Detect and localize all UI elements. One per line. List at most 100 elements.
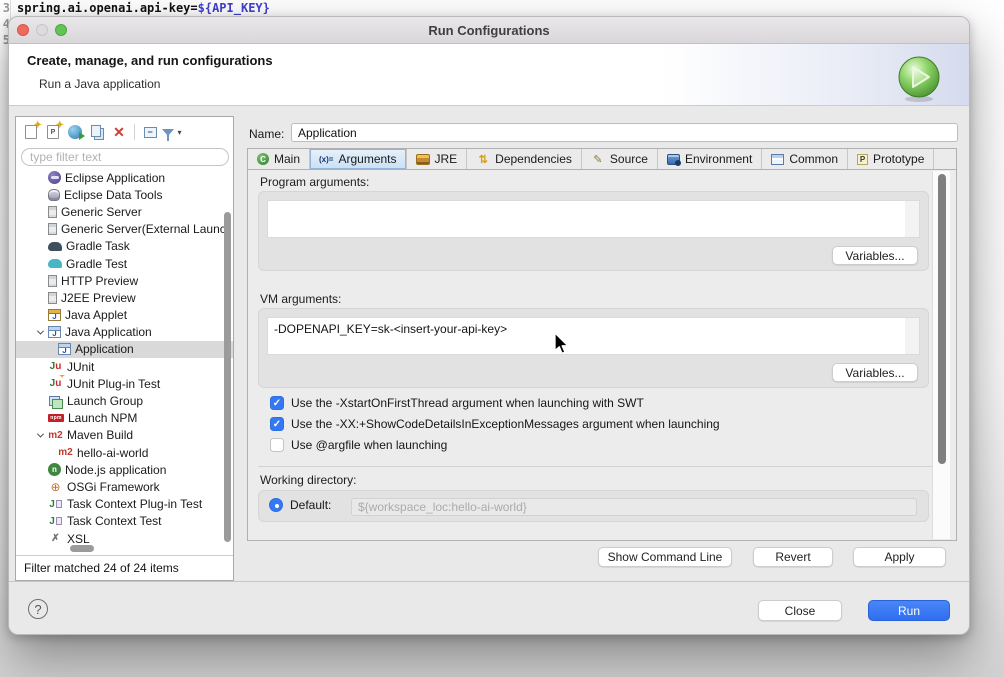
tab-source[interactable]: ✎Source (582, 149, 658, 169)
delete-launch-configuration-button[interactable]: ✕ (108, 122, 130, 142)
checkbox-row-2: Use @argfile when launching (270, 438, 447, 452)
program-arguments-label: Program arguments: (260, 175, 369, 189)
dialog-title: Run Configurations (9, 23, 969, 38)
tree-item-label: Gradle Test (66, 257, 127, 271)
run-button[interactable]: Run (868, 600, 950, 621)
tree-item-launch-npm[interactable]: npmLaunch NPM (16, 410, 233, 427)
server-icon (48, 223, 57, 235)
tree-item-task-context-plug-in-test[interactable]: JTask Context Plug-in Test (16, 496, 233, 513)
tree-item-java-applet[interactable]: JJava Applet (16, 307, 233, 324)
filter-status-text: Filter matched 24 of 24 items (24, 561, 179, 575)
tab-label: Common (789, 152, 838, 166)
footer-divider (9, 581, 969, 582)
default-label: Default: (290, 498, 331, 512)
tree-item-hello-ai-world[interactable]: m2hello-ai-world (16, 444, 233, 461)
tree-item-label: Node.js application (65, 463, 166, 477)
filter-launch-configurations-button[interactable]: ▾ (161, 122, 183, 142)
program-variables-button[interactable]: Variables... (832, 246, 918, 265)
filter-input[interactable] (21, 148, 229, 166)
launch-config-tree-panel: P ✕−▾ Eclipse ApplicationEclipse Data Too… (15, 116, 234, 581)
tree-item-label: Application (75, 342, 134, 356)
tree-item-task-context-test[interactable]: JTask Context Test (16, 513, 233, 530)
java-application-icon: J (48, 326, 61, 338)
use-the-xx-showcodedetailsinexceptionmes-checkbox[interactable]: ✓ (270, 417, 284, 431)
tab-dependencies[interactable]: ⇅Dependencies (467, 149, 582, 169)
node-icon: n (48, 463, 61, 476)
working-directory-field[interactable]: ${workspace_loc:hello-ai-world} (351, 498, 917, 516)
tab-main[interactable]: CMain (248, 149, 310, 169)
tree-item-gradle-task[interactable]: Gradle Task (16, 238, 233, 255)
tree-item-label: JUnit Plug-in Test (67, 377, 160, 391)
tree-item-maven-build[interactable]: m2Maven Build (16, 427, 233, 444)
chevron-down-icon[interactable] (32, 330, 48, 335)
chevron-down-icon[interactable] (32, 433, 48, 438)
duplicate-launch-configuration-button[interactable] (86, 122, 108, 142)
java-application-icon: J (58, 343, 71, 355)
tree-item-label: HTTP Preview (61, 274, 138, 288)
tree-item-generic-server[interactable]: Generic Server (16, 203, 233, 220)
tree-item-j2ee-preview[interactable]: J2EE Preview (16, 289, 233, 306)
default-working-dir-radio[interactable] (269, 498, 283, 512)
checkbox-label: Use the -XstartOnFirstThread argument wh… (291, 396, 644, 410)
apply-button[interactable]: Apply (853, 547, 946, 567)
collapse-all-button[interactable]: − (139, 122, 161, 142)
tree-horizontal-scrollbar[interactable] (70, 545, 94, 552)
working-directory-group: Default: ${workspace_loc:hello-ai-world} (258, 490, 929, 522)
tree-item-label: J2EE Preview (61, 291, 136, 305)
use-argfile-when-launching-checkbox[interactable] (270, 438, 284, 452)
property-value: ${API_KEY} (198, 1, 270, 15)
tree-item-junit-plug-in-test[interactable]: JuJUnit Plug-in Test (16, 375, 233, 392)
revert-button[interactable]: Revert (753, 547, 833, 567)
tree-item-xsl[interactable]: ✗XSL (16, 530, 233, 547)
new-launch-configuration-button[interactable] (20, 122, 42, 142)
arguments-tab-icon: (x)= (319, 153, 333, 165)
tree-item-eclipse-data-tools[interactable]: Eclipse Data Tools (16, 186, 233, 203)
editor-code-line: spring.ai.openai.api-key=${API_KEY} (17, 0, 270, 16)
use-the-xstartonfirstthread-argument-whe-checkbox[interactable]: ✓ (270, 396, 284, 410)
new-launch-prototype-button[interactable]: P (42, 122, 64, 142)
program-arguments-group: Variables... (258, 191, 929, 271)
tab-arguments[interactable]: (x)=Arguments (310, 149, 406, 169)
tab-prototype[interactable]: PPrototype (848, 149, 934, 169)
junit-icon: Ju (48, 360, 63, 373)
export-launch-configurations-button[interactable] (64, 122, 86, 142)
name-label: Name: (249, 127, 284, 141)
tab-jre[interactable]: JRE (407, 149, 468, 169)
environment-tab-icon (667, 154, 680, 165)
tree-item-eclipse-application[interactable]: Eclipse Application (16, 169, 233, 186)
tree-item-junit[interactable]: JuJUnit (16, 358, 233, 375)
maven-icon: m2 (58, 446, 73, 459)
tree-item-osgi-framework[interactable]: ⊕OSGi Framework (16, 478, 233, 495)
tree-item-label: Generic Server (61, 205, 142, 219)
tree-item-label: Generic Server(External Launc (61, 222, 226, 236)
tree-item-http-preview[interactable]: HTTP Preview (16, 272, 233, 289)
dialog-titlebar[interactable]: Run Configurations (9, 17, 969, 44)
gradle-dark-icon (48, 242, 62, 251)
tree-item-node-js-application[interactable]: n Node.js application (16, 461, 233, 478)
name-input[interactable] (291, 123, 958, 142)
vm-arguments-textarea[interactable]: -DOPENAPI_KEY=sk-<insert-your-api-key> (267, 317, 920, 355)
checkbox-label: Use the -XX:+ShowCodeDetailsInExceptionM… (291, 417, 720, 431)
tab-environment[interactable]: Environment (658, 149, 762, 169)
tree-item-launch-group[interactable]: Launch Group (16, 392, 233, 409)
content-scrollbar-thumb[interactable] (938, 174, 946, 464)
show-command-line-button[interactable]: Show Command Line (598, 547, 732, 567)
tree-item-java-application[interactable]: JJava Application (16, 324, 233, 341)
run-banner-icon (896, 55, 942, 103)
close-button[interactable]: Close (758, 600, 842, 621)
tree-item-label: Maven Build (67, 428, 133, 442)
run-configurations-dialog: Run Configurations Create, manage, and r… (8, 16, 970, 635)
tree-item-application[interactable]: J Application (16, 341, 233, 358)
help-button[interactable]: ? (28, 599, 48, 619)
tree-item-gradle-test[interactable]: Gradle Test (16, 255, 233, 272)
tree-status-divider (16, 555, 233, 556)
tree-item-generic-server-external-launc[interactable]: Generic Server(External Launc (16, 221, 233, 238)
program-arguments-textarea[interactable] (267, 200, 920, 238)
tree-vertical-scrollbar[interactable] (224, 212, 231, 542)
tab-common[interactable]: Common (762, 149, 848, 169)
mouse-cursor (550, 332, 572, 356)
tree-item-label: XSL (67, 532, 90, 546)
property-key: spring.ai.openai.api-key= (17, 1, 198, 15)
vm-variables-button[interactable]: Variables... (832, 363, 918, 382)
eclipse-data-tools-icon (48, 189, 60, 201)
